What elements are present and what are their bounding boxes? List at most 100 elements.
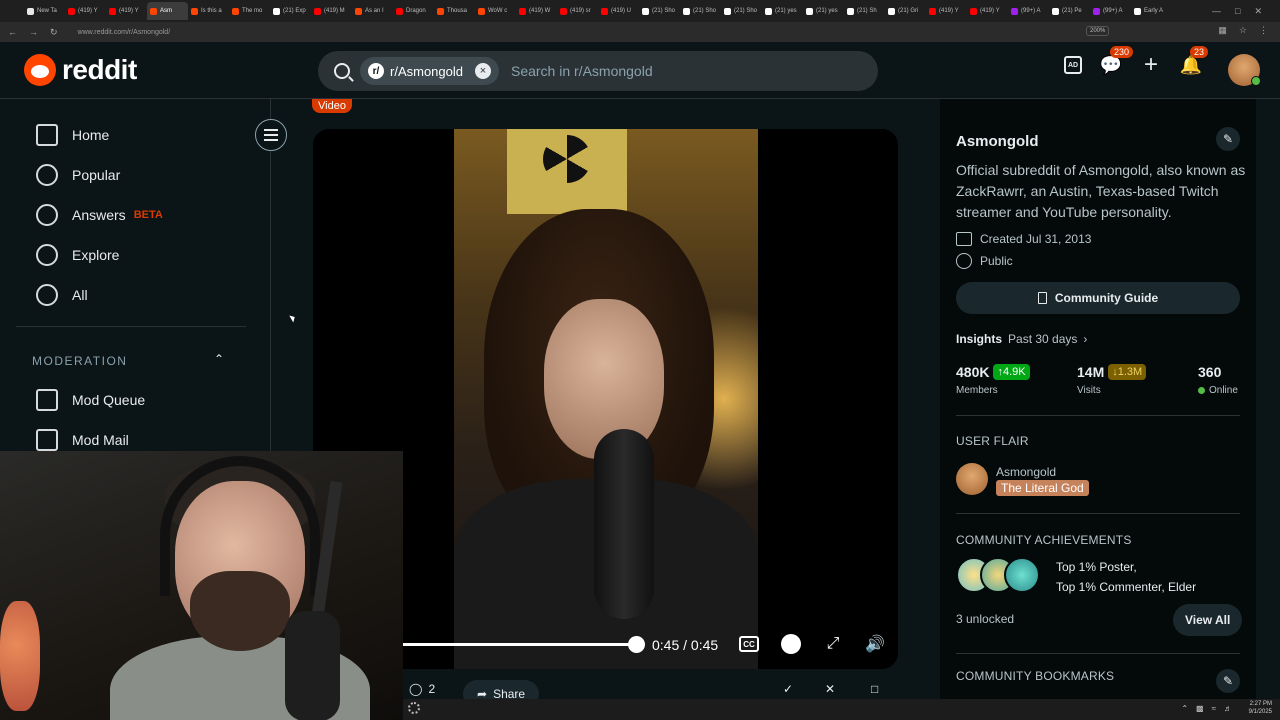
browser-tab[interactable]: (419) Y [106, 2, 147, 20]
chevron-up-icon[interactable]: ⌃ [1181, 704, 1188, 713]
taskbar-clock[interactable]: 2:27 PM 9/1/2025 [1249, 700, 1272, 716]
insights-link[interactable]: Insights Past 30 days › [956, 332, 1087, 346]
remove-button[interactable]: ✕ [825, 682, 835, 696]
browser-tab[interactable]: (21) Gri [885, 2, 926, 20]
sidebar-item-mod-queue[interactable]: Mod Queue [36, 389, 145, 411]
tab-favicon-icon [314, 7, 321, 15]
sidebar-item-label: Mod Mail [72, 432, 129, 448]
menu-dots-icon[interactable]: ⋮ [1259, 25, 1268, 36]
flair-username: Asmongold [996, 465, 1057, 479]
flair-avatar [956, 463, 988, 495]
post-flair[interactable]: Video [312, 99, 352, 113]
browser-tab[interactable]: (21) Pe [1049, 2, 1090, 20]
browser-tab[interactable]: Thousa [434, 2, 475, 20]
tab-favicon-icon [109, 7, 116, 15]
sidebar-item-mod-mail[interactable]: Mod Mail [36, 429, 129, 451]
sidebar-item-answers[interactable]: Answers BETA [36, 204, 163, 226]
browser-tab[interactable]: (21) Exp [270, 2, 311, 20]
volume-icon[interactable]: 🔊 [864, 633, 886, 655]
create-post-icon[interactable]: + [1140, 51, 1162, 78]
achievement-badge-icon [1004, 557, 1040, 593]
browser-tab[interactable]: (99+) A [1090, 2, 1131, 20]
browser-tab[interactable]: (419) U [598, 2, 639, 20]
globe-icon [956, 253, 972, 269]
close-window-icon[interactable]: ✕ [1254, 6, 1262, 17]
pencil-icon: ✎ [1222, 674, 1234, 688]
edit-bookmarks-button[interactable]: ✎ [1216, 669, 1240, 693]
clear-chip-icon[interactable]: × [474, 63, 491, 79]
browser-tab[interactable]: Asm [147, 2, 188, 20]
chevron-up-icon[interactable]: ⌃ [214, 352, 224, 366]
browser-tab[interactable]: (21) yes [762, 2, 803, 20]
browser-tab[interactable]: Dragon [393, 2, 434, 20]
flair-tag[interactable]: The Literal God [996, 480, 1089, 496]
browser-tab[interactable]: New Ta [24, 2, 65, 20]
browser-tab[interactable]: (21) Sho [721, 2, 762, 20]
subreddit-chip[interactable]: r/ r/Asmongold × [360, 57, 499, 85]
approve-button[interactable]: ✓ [783, 682, 793, 696]
browser-tab[interactable]: (21) Sho [680, 2, 721, 20]
beta-badge: BETA [133, 209, 163, 221]
settings-gear-icon[interactable] [408, 702, 420, 714]
search-input[interactable]: Search in r/Asmongold [511, 63, 653, 79]
ad-icon[interactable]: AD [1064, 56, 1082, 74]
view-all-button[interactable]: View All [1173, 604, 1243, 636]
sidebar-item-home[interactable]: Home [36, 124, 109, 146]
chat-badge: 230 [1110, 46, 1134, 58]
fullscreen-icon[interactable]: ⤢ [822, 633, 844, 655]
captions-icon[interactable]: CC [739, 636, 759, 652]
browser-tab[interactable]: (419) W [516, 2, 557, 20]
extension-icon[interactable]: ▦ [1218, 25, 1227, 36]
browser-tab[interactable]: (419) Y [926, 2, 967, 20]
sidebar-item-all[interactable]: All [36, 284, 88, 306]
sidebar-item-explore[interactable]: Explore [36, 244, 119, 266]
maximize-icon[interactable]: □ [1235, 6, 1240, 16]
browser-tab[interactable]: WoW c [475, 2, 516, 20]
browser-tab[interactable]: (419) sr [557, 2, 598, 20]
progress-knob[interactable] [628, 636, 645, 653]
mod-options-button[interactable]: □ [871, 682, 878, 696]
browser-tab[interactable]: (21) yes [803, 2, 844, 20]
sidebar-item-popular[interactable]: Popular [36, 164, 120, 186]
microphone [285, 611, 340, 720]
notifications-icon[interactable]: 🔔 23 [1180, 46, 1209, 76]
user-avatar[interactable] [1228, 54, 1261, 86]
tab-title: Asm [160, 8, 172, 14]
url-field[interactable]: www.reddit.com/r/Asmongold/ [78, 29, 171, 36]
tab-title: (419) Y [980, 8, 1000, 14]
zoom-indicator[interactable]: 200% [1086, 26, 1110, 36]
comments-button[interactable]: ◯ 2 [409, 682, 435, 696]
reddit-logo[interactable]: reddit [24, 54, 137, 86]
browser-tab[interactable]: (419) Y [65, 2, 106, 20]
browser-tab[interactable]: (419) M [311, 2, 352, 20]
tab-title: (419) U [611, 8, 632, 14]
achievement-badges[interactable] [956, 557, 1046, 593]
browser-tab[interactable]: As an I [352, 2, 393, 20]
browser-tab[interactable]: Is this a [188, 2, 229, 20]
tab-favicon-icon [970, 7, 977, 15]
browser-tab[interactable]: (99+) A [1008, 2, 1049, 20]
edit-community-button[interactable]: ✎ [1216, 127, 1240, 151]
browser-tab[interactable]: (21) Sho [639, 2, 680, 20]
bookmark-star-icon[interactable]: ☆ [1239, 25, 1247, 36]
browser-tab[interactable]: The mo [229, 2, 270, 20]
speaker-icon[interactable]: ♬ [1224, 704, 1232, 713]
collapse-sidebar-button[interactable] [255, 119, 287, 151]
browser-tab[interactable]: (21) Sh [844, 2, 885, 20]
wifi-icon[interactable]: ≈ [1212, 704, 1216, 713]
moderation-heading[interactable]: MODERATION [32, 354, 127, 368]
browser-tab[interactable]: (419) Y [967, 2, 1008, 20]
browser-tab[interactable]: Early A [1131, 2, 1172, 20]
stat-visits: 14M ↓1.3M Visits [1077, 364, 1147, 396]
forward-icon[interactable]: → [29, 27, 38, 37]
reload-icon[interactable]: ↻ [50, 27, 58, 38]
community-guide-button[interactable]: Community Guide [956, 282, 1240, 314]
search-bar[interactable]: r/ r/Asmongold × Search in r/Asmongold [318, 51, 878, 91]
network-icon[interactable]: ▩ [1196, 704, 1204, 713]
settings-icon[interactable] [780, 633, 802, 655]
progress-bar[interactable] [403, 643, 636, 646]
tab-favicon-icon [765, 7, 772, 15]
chat-icon[interactable]: 💬 230 [1100, 46, 1134, 76]
minimize-icon[interactable]: — [1212, 6, 1221, 16]
back-icon[interactable]: ← [8, 27, 17, 37]
